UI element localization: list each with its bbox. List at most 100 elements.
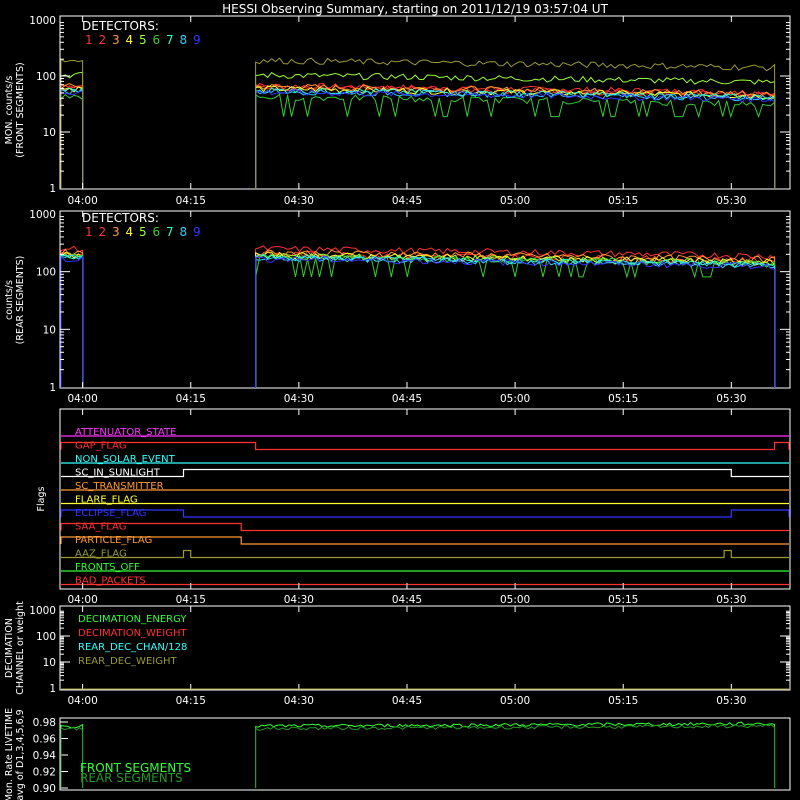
y-tick-label: 1000	[29, 209, 56, 221]
series-line	[255, 57, 776, 189]
y-tick-label: 1	[49, 683, 56, 695]
x-tick-label: 04:15	[176, 594, 206, 606]
x-tick-label: 04:00	[67, 393, 97, 405]
legend-title: DETECTORS:	[82, 19, 159, 33]
series-line	[255, 89, 776, 189]
series-line	[255, 253, 776, 388]
flags-panel: ATTENUATOR_STATEGAP_FLAGNON_SOLAR_EVENTS…	[36, 409, 790, 606]
x-tick-label: 04:45	[392, 695, 422, 707]
legend-detector-2: 2	[99, 33, 107, 47]
legend-detector-6: 6	[153, 225, 161, 239]
y-tick-label: 0.94	[33, 750, 57, 762]
y-tick-label: 0.96	[33, 734, 57, 746]
legend-detector-1: 1	[85, 33, 93, 47]
y-tick-label: 1	[49, 382, 56, 394]
x-tick-label: 05:00	[500, 195, 530, 207]
y-tick-label: 1	[49, 183, 56, 195]
y-axis-label: Flags	[36, 486, 47, 511]
x-tick-label: 05:30	[716, 393, 746, 405]
livetime-panel: 0.980.960.940.920.90FRONT SEGMENTSREAR S…	[4, 708, 776, 800]
flag-line	[61, 468, 789, 478]
legend-detector-9: 9	[193, 225, 201, 239]
series-line	[60, 252, 84, 388]
decimation-legend-item: REAR_DEC_WEIGHT	[78, 656, 177, 667]
y-tick-label: 0.90	[33, 783, 56, 795]
x-tick-label: 04:30	[284, 594, 314, 606]
legend-detector-1: 1	[85, 225, 93, 239]
series-line	[60, 87, 84, 189]
x-tick-label: 05:00	[500, 594, 530, 606]
x-tick-label: 05:00	[500, 393, 530, 405]
series-line	[255, 84, 776, 189]
legend-detector-4: 4	[126, 225, 134, 239]
figure-title: HESSI Observing Summary, starting on 201…	[222, 2, 608, 16]
legend-title: DETECTORS:	[82, 211, 159, 225]
y-tick-label: 0.98	[33, 717, 56, 729]
decimation-legend-item: DECIMATION_ENERGY	[78, 614, 187, 625]
series-line	[60, 86, 84, 189]
series-line	[60, 84, 84, 189]
livetime-legend-item: REAR SEGMENTS	[80, 771, 183, 785]
observing-summary-figure: HESSI Observing Summary, starting on 201…	[4, 2, 791, 800]
series-line	[60, 90, 84, 189]
y-tick-label: 1000	[29, 15, 56, 27]
x-tick-label: 04:30	[284, 393, 314, 405]
x-tick-label: 05:30	[716, 695, 746, 707]
y-tick-label: 10	[43, 127, 56, 139]
y-tick-label: 0.92	[33, 767, 56, 779]
rear-panel: 1000 100 10 1 04:00 04:15 04:30 04:45 05:00 05:15…	[4, 209, 790, 405]
series-line	[60, 83, 84, 189]
x-tick-label: 05:15	[608, 695, 638, 707]
y-tick-label: 100	[36, 631, 56, 643]
x-tick-label: 04:30	[284, 695, 314, 707]
y-axis-label: (FRONT SEGMENTS)	[15, 62, 26, 157]
legend-detector-9: 9	[193, 33, 201, 47]
x-tick-label: 05:15	[608, 195, 638, 207]
x-tick-label: 04:45	[392, 393, 422, 405]
flag-line	[60, 536, 789, 545]
decimation-legend-item: REAR_DEC_CHAN/128	[78, 642, 187, 653]
legend-detector-7: 7	[166, 225, 174, 239]
series-line	[60, 253, 84, 388]
y-axis-label: counts/s	[4, 280, 15, 320]
x-tick-label: 05:00	[500, 695, 530, 707]
series-line	[60, 86, 84, 189]
x-tick-label: 04:15	[176, 695, 206, 707]
x-tick-label: 05:30	[716, 594, 746, 606]
y-tick-label: 1000	[29, 605, 56, 617]
x-tick-label: 05:15	[608, 393, 638, 405]
series-line	[255, 84, 776, 189]
series-line	[60, 85, 84, 189]
legend-detector-5: 5	[139, 33, 147, 47]
series-line	[60, 254, 84, 388]
series-line	[255, 88, 776, 189]
series-line	[255, 253, 776, 388]
series-line	[255, 82, 776, 189]
decimation-panel: 1000 100 10 1 04:00 04:15 04:30 04:45 05:00 05:15…	[4, 601, 790, 707]
legend-detector-8: 8	[180, 33, 188, 47]
series-line	[60, 252, 84, 388]
legend-detector-3: 3	[112, 33, 120, 47]
series-line	[255, 87, 776, 189]
y-axis-label: avg of D1,3,4,5,6,9	[15, 709, 26, 800]
x-tick-label: 04:30	[284, 195, 314, 207]
y-axis-label: (REAR SEGMENTS)	[15, 256, 26, 345]
livetime-line	[255, 721, 776, 788]
x-tick-label: 04:15	[176, 195, 206, 207]
y-axis-label: DECIMATION	[4, 618, 15, 678]
series-line	[60, 245, 84, 388]
livetime-line	[255, 724, 776, 788]
legend-detector-7: 7	[166, 33, 174, 47]
series-line	[255, 85, 776, 189]
series-line	[60, 248, 84, 388]
y-axis-label: MON. counts/s	[4, 76, 15, 145]
decimation-legend-item: DECIMATION_WEIGHT	[78, 628, 187, 639]
series-line	[255, 251, 776, 388]
y-tick-label: 100	[36, 267, 56, 279]
x-tick-label: 04:15	[176, 393, 206, 405]
front-panel: 1000 100 10 1 04:00 04:15 04:30 04:45 05:00 05:15…	[4, 15, 790, 207]
x-tick-label: 04:00	[67, 695, 97, 707]
y-tick-label: 100	[36, 71, 56, 83]
y-axis-label: Mon. Rate LIVETIME	[4, 708, 15, 800]
y-tick-label: 10	[43, 324, 56, 336]
